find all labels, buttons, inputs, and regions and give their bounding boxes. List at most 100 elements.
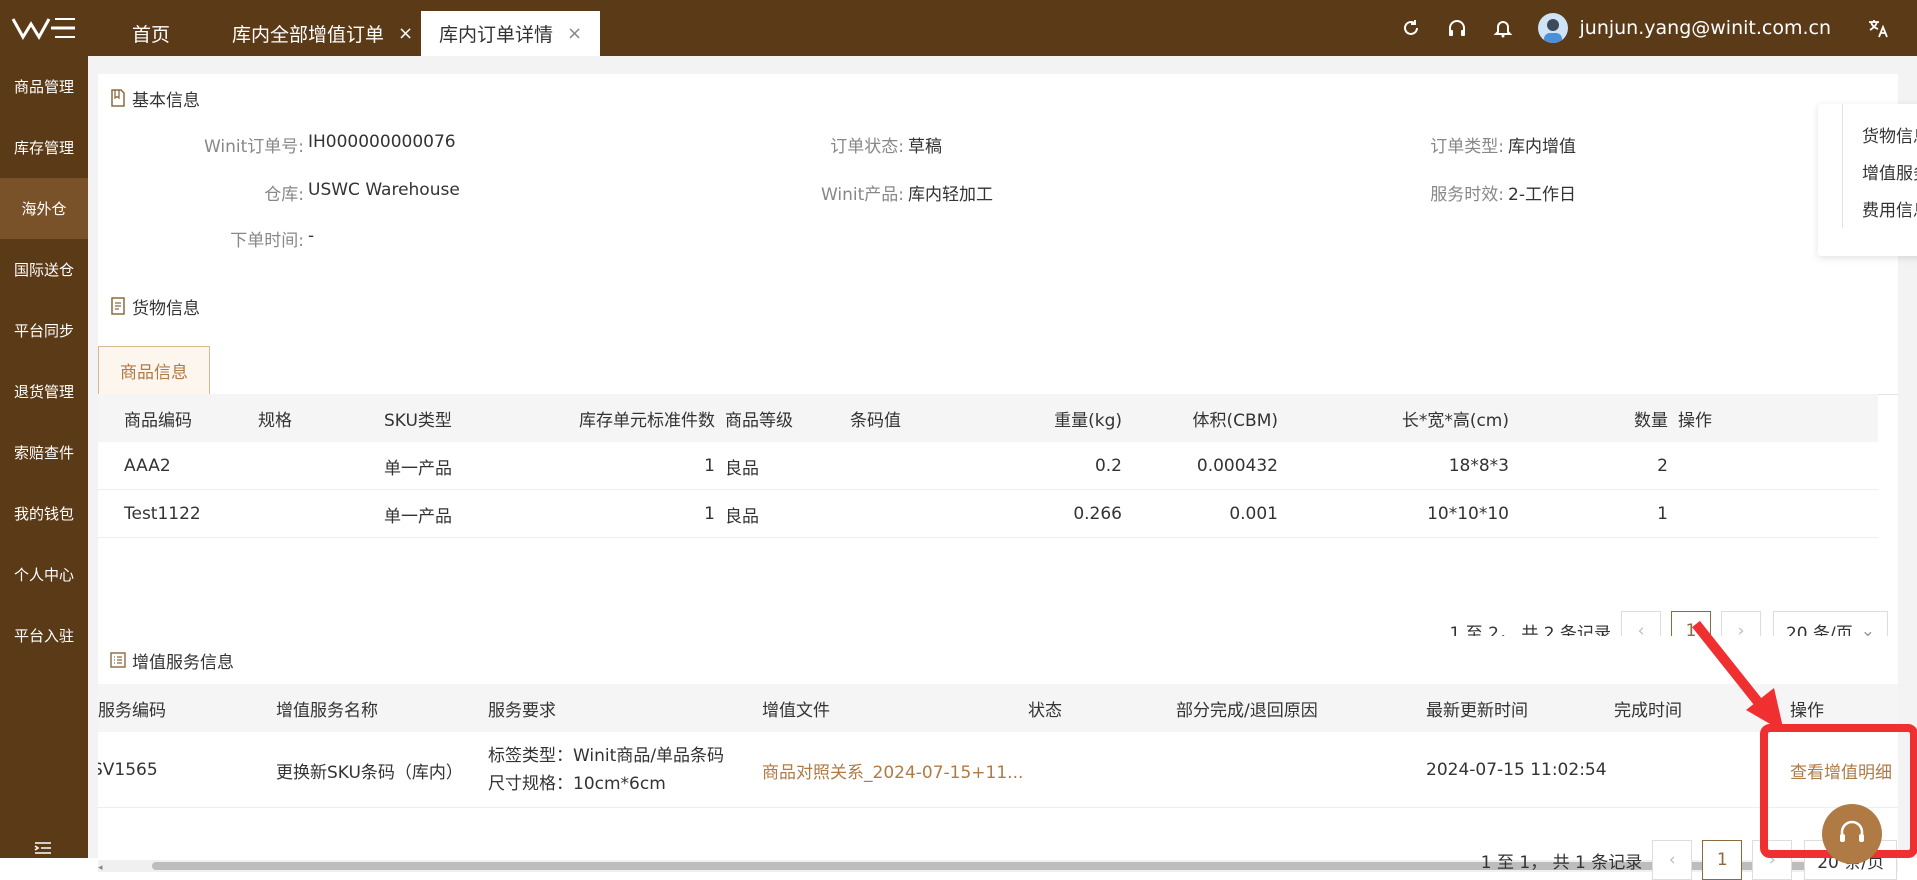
field-value: 库内增值 — [1508, 137, 1576, 157]
sidebar-item-overseas-warehouse[interactable]: 海外仓 — [0, 178, 88, 239]
sidebar-item-returns[interactable]: 退货管理 — [0, 361, 88, 422]
requirement-line: 尺寸规格：10cm*6cm — [488, 774, 666, 794]
field-value: USWC Warehouse — [308, 180, 460, 200]
main-content: 基本信息 Winit订单号: IH000000000076 订单状态: 草稿 订单类… — [88, 56, 1917, 880]
sidebar-item-label: 平台入驻 — [13, 627, 74, 645]
field-winit-product: Winit产品: 库内轻加工 — [738, 180, 993, 205]
close-icon[interactable]: × — [567, 23, 582, 44]
anchor-goods-info[interactable]: 货物信息 — [1862, 122, 1917, 147]
document-icon — [110, 89, 126, 107]
page-number-button[interactable]: 1 — [1702, 840, 1743, 880]
tab-product-info[interactable]: 商品信息 — [98, 346, 210, 395]
table-row: Test1122 单一产品 1 良品 0.266 0.001 10*10*10 … — [98, 490, 1878, 538]
col-header: 服务要求 — [488, 684, 556, 732]
section-title-text: 增值服务信息 — [132, 652, 234, 673]
field-order-status: 订单状态: 草稿 — [738, 132, 942, 157]
sidebar-item-label: 商品管理 — [13, 78, 74, 96]
cell: 1 — [704, 456, 715, 476]
anchor-vas-info[interactable]: 增值服务... — [1862, 159, 1917, 184]
sidebar-item-label: 库存管理 — [13, 139, 74, 157]
sidebar-item-inventory[interactable]: 库存管理 — [0, 117, 88, 178]
anchor-fee-info[interactable]: 费用信息 — [1862, 196, 1917, 221]
field-value: 草稿 — [908, 137, 942, 157]
col-header: 增值服务名称 — [276, 684, 378, 732]
vas-file-link[interactable]: 商品对照关系_2024-07-15+11... — [762, 732, 1023, 807]
tab-home[interactable]: 首页 — [114, 11, 188, 56]
collapse-menu-icon[interactable] — [34, 840, 52, 859]
col-header: 完成时间 — [1614, 684, 1682, 732]
translate-icon[interactable] — [1867, 17, 1889, 39]
col-header: 增值文件 — [762, 684, 830, 732]
section-title-text: 货物信息 — [132, 298, 200, 319]
field-label: 订单类型: — [1430, 137, 1504, 157]
field-order-type: 订单类型: 库内增值 — [1338, 132, 1576, 157]
sidebar-item-account[interactable]: 个人中心 — [0, 544, 88, 605]
col-header: 最新更新时间 — [1426, 684, 1528, 732]
cell: 0.001 — [1229, 504, 1278, 524]
cell: 1 — [1657, 504, 1668, 524]
cell-service-requirement: 标签类型：Winit商品/单品条码 尺寸规格：10cm*6cm — [488, 732, 724, 807]
cell: 1 — [704, 504, 715, 524]
bell-icon[interactable] — [1492, 17, 1514, 39]
user-menu[interactable]: junjun.yang@winit.com.cn — [1537, 13, 1832, 43]
col-header: 库存单元标准件数 — [488, 394, 715, 442]
field-label: 下单时间: — [230, 231, 304, 251]
tab-order-detail[interactable]: 库内订单详情 × — [421, 11, 601, 56]
cell: 单一产品 — [384, 458, 452, 479]
sidebar-item-products[interactable]: 商品管理 — [0, 56, 88, 117]
field-label: 订单状态: — [830, 137, 904, 157]
col-header: 商品等级 — [725, 394, 793, 442]
goods-table: 商品编码 规格 SKU类型 库存单元标准件数 商品等级 条码值 重量(kg) 体… — [98, 394, 1898, 538]
cell: Test1122 — [124, 504, 201, 524]
sidebar-item-wallet[interactable]: 我的钱包 — [0, 483, 88, 544]
sidebar-item-platform-sync[interactable]: 平台同步 — [0, 300, 88, 361]
avatar — [1537, 13, 1568, 43]
sidebar-item-intl-shipping[interactable]: 国际送仓 — [0, 239, 88, 300]
headset-icon[interactable] — [1446, 17, 1468, 39]
col-header: 重量(kg) — [1038, 394, 1122, 442]
prev-page-button[interactable]: ‹ — [1652, 840, 1693, 880]
support-chat-button[interactable] — [1822, 804, 1882, 864]
tab-all-vas-orders[interactable]: 库内全部增值订单 × — [214, 11, 431, 56]
vertical-scrollbar[interactable] — [1878, 442, 1890, 538]
cell: 良品 — [725, 506, 759, 527]
field-order-no: Winit订单号: IH000000000076 — [138, 132, 456, 157]
headset-icon — [1840, 820, 1864, 842]
field-value: - — [308, 226, 315, 246]
refresh-icon[interactable] — [1400, 17, 1422, 39]
tab-label: 库内全部增值订单 — [232, 24, 385, 46]
sidebar-item-claims[interactable]: 索赔查件 — [0, 422, 88, 483]
anchor-nav: 货物信息 增值服务... 费用信息 — [1818, 104, 1917, 256]
cell: 10*10*10 — [1427, 504, 1509, 524]
field-value: 库内轻加工 — [908, 185, 993, 205]
winit-logo[interactable] — [0, 0, 88, 56]
cell-service-name: 更换新SKU条码（库内） — [276, 762, 463, 783]
col-header: SKU类型 — [384, 394, 452, 442]
cell: 0.2 — [1094, 456, 1122, 476]
sidebar-item-label: 平台同步 — [13, 322, 74, 340]
col-header: 体积(CBM) — [1138, 394, 1278, 442]
top-bar: 首页 库内全部增值订单 × 库内订单详情 × junjun.yang@winit.c… — [0, 0, 1917, 56]
vas-info-title: 增值服务信息 — [98, 636, 1898, 684]
user-email: junjun.yang@winit.com.cn — [1579, 17, 1832, 39]
sidebar-item-label: 我的钱包 — [13, 505, 74, 523]
table-row: SV1565 更换新SKU条码（库内） 标签类型：Winit商品/单品条码 尺寸… — [98, 732, 1898, 808]
sidebar-item-label: 国际送仓 — [13, 261, 74, 279]
tab-label: 商品信息 — [120, 363, 188, 383]
col-header: 商品编码 — [124, 394, 192, 442]
table-row: AAA2 单一产品 1 良品 0.2 0.000432 18*8*3 2 — [98, 442, 1878, 490]
field-label: 服务时效: — [1430, 185, 1504, 205]
cell: AAA2 — [124, 456, 171, 476]
list-doc-icon — [110, 297, 126, 315]
cell: 2 — [1657, 456, 1668, 476]
close-icon[interactable]: × — [398, 23, 413, 44]
sidebar: 商品管理 库存管理 海外仓 国际送仓 平台同步 退货管理 索赔查件 我的钱包 个… — [0, 56, 88, 858]
sidebar-item-platform-onboarding[interactable]: 平台入驻 — [0, 605, 88, 666]
tab-label: 首页 — [132, 24, 171, 46]
field-service-time: 服务时效: 2-工作日 — [1338, 180, 1576, 205]
field-value: 2-工作日 — [1508, 185, 1576, 205]
field-label: Winit产品: — [820, 185, 904, 205]
cell: 良品 — [725, 458, 759, 479]
scroll-left-icon[interactable]: ◂ — [98, 863, 103, 873]
sidebar-item-label: 海外仓 — [21, 200, 67, 218]
